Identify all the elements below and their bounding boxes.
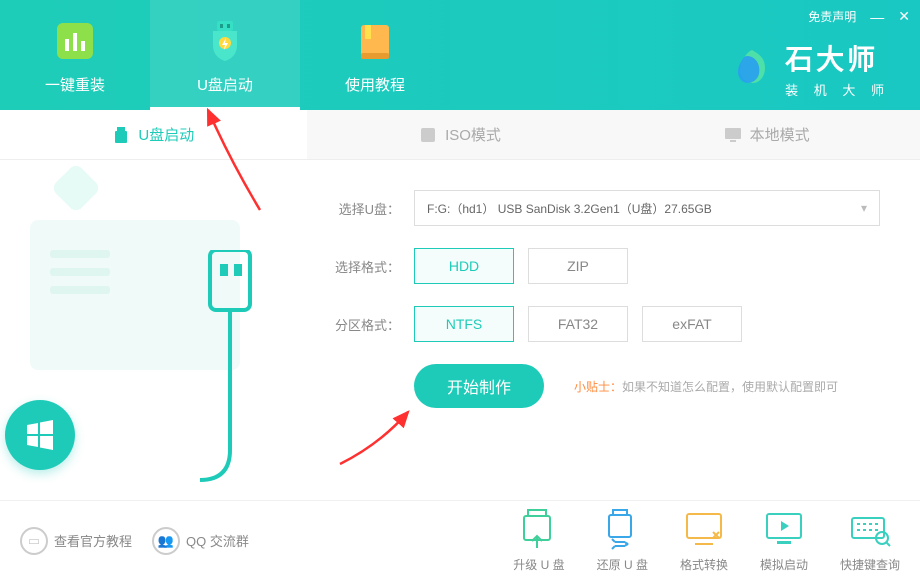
foot-label: 查看官方教程 [54,531,132,550]
partition-option-fat32[interactable]: FAT32 [528,306,628,342]
people-icon: 👥 [152,527,180,555]
tab-label: 本地模式 [750,124,810,145]
format-label: 选择格式： [330,257,400,276]
disk-label: 选择U盘： [330,199,400,218]
nav-tutorial[interactable]: 使用教程 [300,0,450,110]
footer-qq-link[interactable]: 👥 QQ 交流群 [152,527,249,555]
tip: 小贴士：如果不知道怎么配置，使用默认配置即可 [574,378,838,395]
start-button[interactable]: 开始制作 [414,364,544,408]
partition-label: 分区格式： [330,315,400,334]
action-label: 格式转换 [680,556,728,573]
usb-icon [112,126,130,144]
illustration [0,160,310,500]
action-upgrade-usb[interactable]: 升级 U 盘 [513,508,564,573]
brand-logo-icon [729,46,775,92]
format-option-hdd[interactable]: HDD [414,248,514,284]
action-label: 还原 U 盘 [597,556,648,573]
partition-option-ntfs[interactable]: NTFS [414,306,514,342]
brand: 石大师 装 机 大 师 [729,38,890,99]
brand-subtitle: 装 机 大 师 [785,80,890,99]
main-content: 选择U盘： F:G:（hd1） USB SanDisk 3.2Gen1（U盘）2… [0,160,920,500]
disk-select[interactable]: F:G:（hd1） USB SanDisk 3.2Gen1（U盘）27.65GB… [414,190,880,226]
footer: ▭ 查看官方教程 👥 QQ 交流群 升级 U 盘 还原 U 盘 格式转换 模拟启… [0,500,920,580]
bar-chart-icon [50,16,100,66]
simulate-boot-icon [763,508,805,550]
action-format-convert[interactable]: 格式转换 [680,508,728,573]
format-option-zip[interactable]: ZIP [528,248,628,284]
form-panel: 选择U盘： F:G:（hd1） USB SanDisk 3.2Gen1（U盘）2… [310,160,920,500]
disclaimer-link[interactable]: 免责声明 [808,8,856,25]
iso-icon [419,126,437,144]
action-restore-usb[interactable]: 还原 U 盘 [597,508,648,573]
brand-title: 石大师 [785,38,890,78]
tab-local[interactable]: 本地模式 [613,110,920,159]
annotation-arrow [320,394,440,479]
partition-option-exfat[interactable]: exFAT [642,306,742,342]
action-label: 快捷键查询 [840,556,900,573]
nav-label: 一键重装 [45,74,105,95]
foot-label: QQ 交流群 [186,531,249,550]
titlebar: 免责声明 — ✕ [808,8,910,25]
monitor-icon [724,126,742,144]
chevron-down-icon: ▾ [861,201,867,215]
mode-tabs: U盘启动 ISO模式 本地模式 [0,110,920,160]
footer-tutorial-link[interactable]: ▭ 查看官方教程 [20,527,132,555]
book-icon [350,16,400,66]
usb-plug-icon [190,250,270,515]
nav-label: U盘启动 [197,74,253,95]
restore-usb-icon [601,508,643,550]
action-hotkey-query[interactable]: 快捷键查询 [840,508,900,573]
nav-label: 使用教程 [345,74,405,95]
book-icon: ▭ [20,527,48,555]
tab-label: U盘启动 [138,124,194,145]
minimize-button[interactable]: — [870,9,884,25]
action-label: 模拟启动 [760,556,808,573]
tab-label: ISO模式 [445,124,501,145]
tip-label: 小贴士： [574,380,622,394]
action-label: 升级 U 盘 [513,556,564,573]
close-button[interactable]: ✕ [898,8,910,25]
usb-shield-icon [200,16,250,66]
windows-icon [5,400,75,470]
disk-value: F:G:（hd1） USB SanDisk 3.2Gen1（U盘）27.65GB [427,200,712,217]
nav-usb-boot[interactable]: U盘启动 [150,0,300,110]
tab-usb-boot[interactable]: U盘启动 [0,110,307,159]
action-simulate-boot[interactable]: 模拟启动 [760,508,808,573]
header: 一键重装 U盘启动 使用教程 免责声明 — ✕ 石大师 装 机 大 师 [0,0,920,110]
nav-reinstall[interactable]: 一键重装 [0,0,150,110]
tab-iso[interactable]: ISO模式 [307,110,614,159]
format-convert-icon [683,508,725,550]
hotkey-icon [849,508,891,550]
tip-text: 如果不知道怎么配置，使用默认配置即可 [622,380,838,394]
upgrade-usb-icon [518,508,560,550]
